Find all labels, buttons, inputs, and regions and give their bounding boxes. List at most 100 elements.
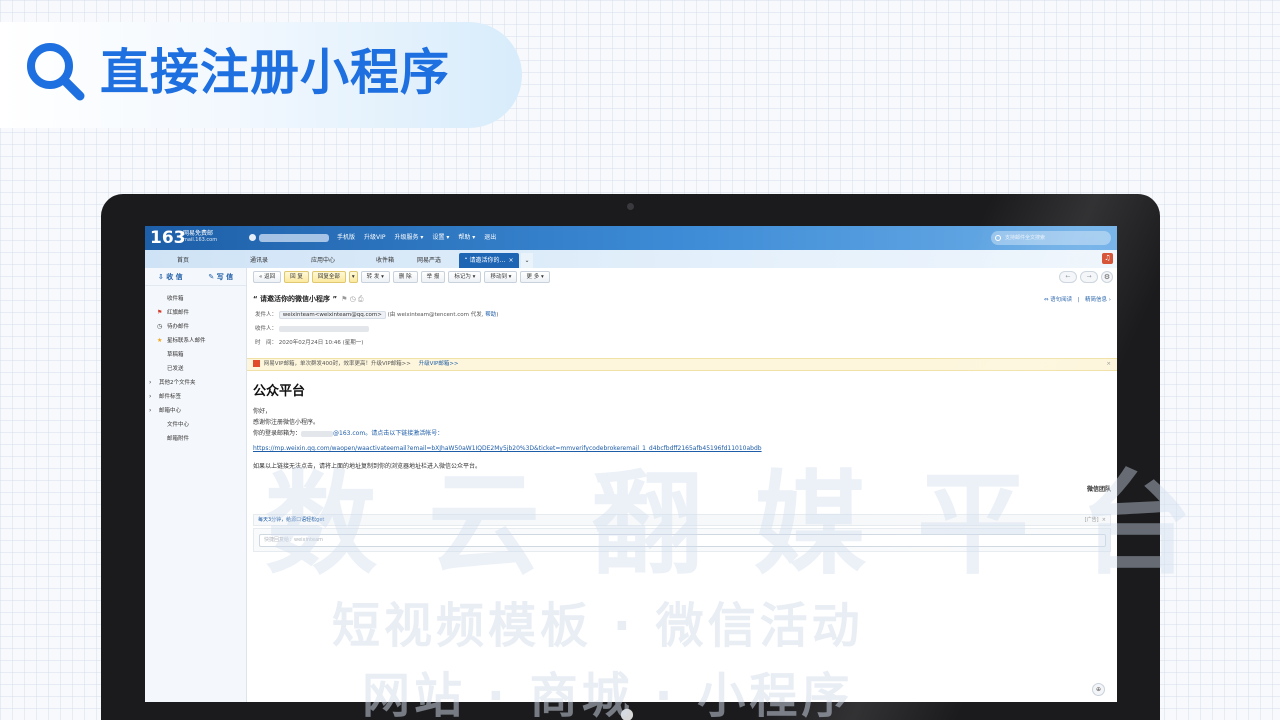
prev-mail-arrow-left-icon[interactable]: ←	[1059, 271, 1077, 283]
receive-button[interactable]: ⇩ 收 信	[158, 272, 183, 282]
search-placeholder: 支持邮件全文搜索	[1005, 235, 1046, 241]
top-menu-settings[interactable]: 设置 ▾	[432, 233, 449, 243]
sidebar-item-file-center[interactable]: 文件中心	[145, 418, 246, 432]
music-icon[interactable]: ♫	[1102, 253, 1113, 264]
vip-icon	[253, 360, 260, 367]
sidebar-item-attachments[interactable]: 邮箱附件	[145, 432, 246, 446]
logo-text: 网易免费邮 mail.163.com	[183, 230, 217, 244]
mail-body: 公众平台 你好， 感谢你注册微信小程序。 你的登录邮箱为： @163.com。请点…	[253, 380, 1111, 493]
report-button[interactable]: 举 报	[420, 271, 446, 283]
subject-action-icons[interactable]: ⚑ ◷ ⎙	[341, 295, 363, 303]
mark-as-button[interactable]: 标记为 ▾	[448, 271, 482, 283]
ad-bar: 每天3分钟，给源口语轻松get [广告] ×	[253, 514, 1111, 526]
mail-header: “ 请邀活你的微信小程序 ” ⚑ ◷ ⎙ ⇔ 语句阅读 | 精简信息 › 发件人：…	[253, 294, 1111, 354]
back-button[interactable]: « 返回	[253, 271, 282, 283]
user-account-blurred[interactable]	[259, 234, 329, 242]
sidebar-item-label: 邮箱附件	[167, 436, 190, 442]
close-icon[interactable]: ×	[1102, 517, 1106, 523]
clock-icon: ◷	[157, 323, 163, 330]
logo-name: 网易免费邮	[183, 230, 214, 237]
help-link[interactable]: 帮助	[485, 312, 496, 318]
apple-logo-icon: ●	[620, 704, 634, 720]
ad-tag: [广告] ×	[1085, 515, 1106, 525]
time-label: 时 间：	[255, 340, 278, 346]
tab-close-icon[interactable]: ×	[509, 257, 514, 264]
tab-current-mail[interactable]: “ 请邀活你的… ×	[459, 253, 519, 268]
header-view-options[interactable]: ⇔ 语句阅读 | 精简信息 ›	[1044, 295, 1111, 303]
sidebar-item-label: 邮件标签	[159, 394, 182, 400]
tab-app-center[interactable]: 应用中心	[295, 253, 351, 268]
sidebar-item-label: 收件箱	[167, 296, 184, 302]
quick-reply-input[interactable]: 快捷回复给：weixinteam	[259, 534, 1106, 547]
gear-icon[interactable]: ⚙	[1101, 271, 1113, 283]
compose-row: ⇩ 收 信 ✎ 写 信	[145, 268, 246, 286]
sidebar-item-label: 邮箱中心	[159, 408, 182, 414]
receive-label: 收 信	[166, 272, 183, 281]
tab-contacts[interactable]: 通讯录	[231, 253, 287, 268]
sidebar-item-label: 草稿箱	[167, 352, 184, 358]
top-menu-help[interactable]: 帮助 ▾	[458, 233, 475, 243]
user-avatar-icon[interactable]	[249, 234, 256, 241]
write-icon: ✎	[208, 272, 217, 281]
sidebar-item-label: 其他2个文件夹	[159, 380, 196, 386]
top-menu-upgrade-service[interactable]: 升级服务 ▾	[395, 233, 424, 243]
top-menu-upgrade-vip[interactable]: 升级VIP	[364, 233, 386, 243]
recipient-blurred	[278, 325, 369, 332]
activation-link[interactable]: https://mp.weixin.qq.com/waopen/waactiva…	[253, 445, 1111, 452]
top-menu-mobile[interactable]: 手机版	[337, 233, 355, 243]
sidebar-item-starred-contacts[interactable]: ★ 星标联系人邮件	[145, 334, 246, 348]
greeting: 你好，	[253, 408, 272, 415]
tab-home[interactable]: 首页	[155, 253, 211, 268]
chevron-right-icon: ›	[149, 407, 152, 414]
zoom-icon[interactable]: ⊕	[1092, 683, 1105, 696]
tab-current-mail-label: “ 请邀活你的…	[464, 257, 506, 264]
mail-content: « 返回 回 复 回复全部 ▾ 转 发 ▾ 删 除 举 报 标记为 ▾ 移动到 …	[247, 268, 1117, 702]
sender-chip[interactable]: weixinteam<weixinteam@qq.com>	[278, 311, 386, 319]
tab-yanxuan[interactable]: 网易严选	[401, 253, 457, 268]
sidebar-item-label: 文件中心	[167, 422, 190, 428]
delete-button[interactable]: 删 除	[392, 271, 418, 283]
sidebar-item-label: 待办邮件	[167, 324, 190, 330]
sidebar-item-mail-center[interactable]: › 邮箱中心	[145, 404, 246, 418]
sidebar-item-other-folders[interactable]: › 其他2个文件夹	[145, 376, 246, 390]
sidebar-item-inbox[interactable]: 收件箱	[145, 292, 246, 306]
mail-search-input[interactable]: 支持邮件全文搜索	[991, 231, 1111, 245]
mail-tabs-bar: 首页 通讯录 应用中心 收件箱 网易严选 “ 请邀活你的… × ⌄ ♫	[145, 250, 1117, 268]
close-icon[interactable]: ×	[1106, 359, 1111, 370]
logo-163[interactable]: 163	[150, 228, 186, 248]
search-icon	[27, 43, 85, 101]
reply-all-dropdown-chevron-down-icon[interactable]: ▾	[348, 271, 358, 283]
search-icon	[995, 235, 1001, 241]
sidebar-item-sent[interactable]: 已发送	[145, 362, 246, 376]
sidebar-item-label: 红旗邮件	[167, 310, 190, 316]
mail-sidebar: ⇩ 收 信 ✎ 写 信 收件箱 ⚑ 红旗邮件 ◷ 待办邮件 ★ 星标联系人邮件 草稿箱…	[145, 268, 247, 702]
receive-icon: ⇩	[157, 272, 167, 281]
next-mail-arrow-right-icon[interactable]: →	[1080, 271, 1098, 283]
thanks-line: 感谢你注册微信小程序。	[253, 419, 320, 426]
slide-title: 直接注册小程序	[100, 44, 451, 101]
quick-reply-area: 快捷回复给：weixinteam	[253, 528, 1111, 552]
write-button[interactable]: ✎ 写 信	[208, 272, 233, 282]
sidebar-item-flagged[interactable]: ⚑ 红旗邮件	[145, 306, 246, 320]
ad-link[interactable]: 每天3分钟，给源口语轻松get	[258, 517, 324, 523]
login-suffix: @163.com。请点击以下链接激活帐号：	[333, 430, 444, 437]
reply-all-button[interactable]: 回复全部	[311, 271, 346, 283]
vip-upgrade-link[interactable]: 升级VIP邮箱>>	[419, 361, 459, 367]
reply-button[interactable]: 回 复	[284, 271, 309, 283]
more-button[interactable]: 更 多 ▾	[520, 271, 550, 283]
star-icon: ★	[157, 337, 163, 344]
logo-domain: mail.163.com	[183, 237, 218, 243]
tab-more-chevron-down-icon[interactable]: ⌄	[521, 253, 533, 268]
top-menu-logout[interactable]: 退出	[484, 233, 496, 243]
sidebar-item-todo[interactable]: ◷ 待办邮件	[145, 320, 246, 334]
mail-subject: “ 请邀活你的微信小程序 ” ⚑ ◷ ⎙	[253, 294, 1111, 304]
sidebar-item-label: 已发送	[167, 366, 184, 372]
signature: 微信团队	[1086, 486, 1111, 493]
sidebar-item-drafts[interactable]: 草稿箱	[145, 348, 246, 362]
sidebar-item-tags[interactable]: › 邮件标签	[145, 390, 246, 404]
forward-button[interactable]: 转 发 ▾	[360, 271, 390, 283]
email-blurred	[301, 430, 334, 437]
write-label: 写 信	[216, 272, 234, 281]
move-to-button[interactable]: 移动到 ▾	[484, 271, 518, 283]
time-line: 时 间： 2020年02月24日 10:46 (星期一)	[255, 338, 363, 346]
